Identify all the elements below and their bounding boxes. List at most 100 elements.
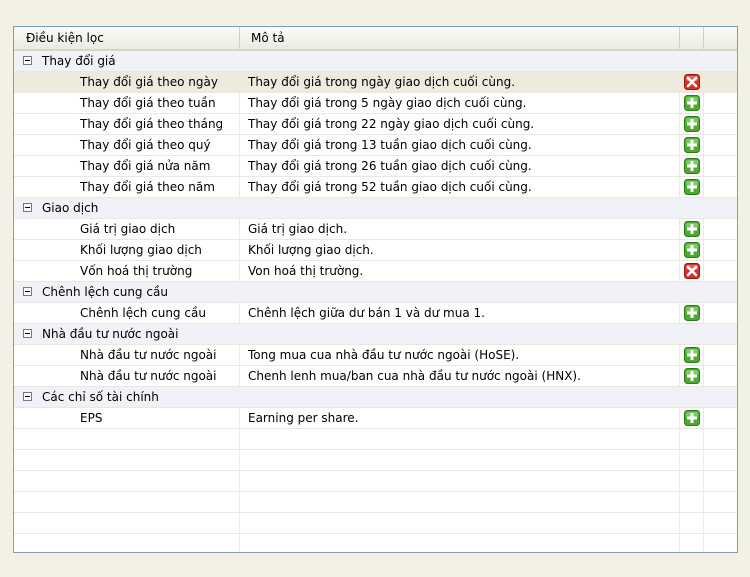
column-header-description[interactable]: Mô tả — [240, 27, 680, 49]
table-row[interactable]: Thay đổi giá nửa năm Thay đổi giá trong 2… — [14, 156, 737, 177]
collapse-icon[interactable] — [23, 56, 32, 65]
empty-cell — [680, 492, 704, 512]
extra-cell — [704, 72, 737, 92]
condition-name: Thay đổi giá theo ngày — [14, 72, 240, 92]
empty-cell — [240, 450, 680, 470]
extra-cell — [704, 303, 737, 323]
condition-name: Chênh lệch cung cầu — [14, 303, 240, 323]
table-row[interactable]: Chênh lệch cung cầu Chênh lệch giữa dư bá… — [14, 303, 737, 324]
empty-cell — [680, 513, 704, 533]
table-row[interactable]: Nhà đầu tư nước ngoài Chenh lenh mua/ban … — [14, 366, 737, 387]
remove-filter-icon[interactable] — [684, 263, 700, 279]
condition-name: Khối lượng giao dịch — [14, 240, 240, 260]
group-label: Các chỉ số tài chính — [42, 390, 159, 404]
empty-cell — [704, 450, 737, 470]
add-filter-icon[interactable] — [684, 137, 700, 153]
extra-cell — [704, 261, 737, 281]
add-filter-icon[interactable] — [684, 158, 700, 174]
condition-name: Giá trị giao dịch — [14, 219, 240, 239]
empty-cell — [680, 429, 704, 449]
collapse-icon[interactable] — [23, 203, 32, 212]
empty-cell — [14, 450, 240, 470]
extra-cell — [704, 240, 737, 260]
group-row[interactable]: Chênh lệch cung cầu — [14, 282, 737, 303]
table-row[interactable]: Giá trị giao dịch Giá trị giao dịch. — [14, 219, 737, 240]
condition-name: EPS — [14, 408, 240, 428]
empty-cell — [704, 429, 737, 449]
column-header-action[interactable] — [680, 27, 704, 49]
empty-row — [14, 513, 737, 534]
condition-description: Earning per share. — [240, 408, 680, 428]
table-row[interactable]: Thay đổi giá theo năm Thay đổi giá trong … — [14, 177, 737, 198]
collapse-icon[interactable] — [23, 329, 32, 338]
empty-cell — [14, 471, 240, 491]
condition-description: Khối lượng giao dịch. — [240, 240, 680, 260]
action-cell — [680, 303, 704, 323]
condition-description: Thay đổi giá trong 26 tuần giao dịch cuố… — [240, 156, 680, 176]
condition-description: Thay đổi giá trong 52 tuần giao dịch cuố… — [240, 177, 680, 197]
condition-description: Von hoá thị trường. — [240, 261, 680, 281]
table-row[interactable]: Nhà đầu tư nước ngoài Tong mua cua nhà đầ… — [14, 345, 737, 366]
add-filter-icon[interactable] — [684, 368, 700, 384]
condition-name: Thay đổi giá theo năm — [14, 177, 240, 197]
empty-cell — [240, 429, 680, 449]
group-row[interactable]: Thay đổi giá — [14, 51, 737, 72]
filter-conditions-grid: Điều kiện lọc Mô tả Thay đổi giá Thay đổi… — [13, 26, 738, 553]
empty-cell — [240, 471, 680, 491]
table-row[interactable]: Thay đổi giá theo tháng Thay đổi giá tron… — [14, 114, 737, 135]
group-cell: Giao dịch — [14, 198, 737, 218]
condition-name: Thay đổi giá theo quý — [14, 135, 240, 155]
add-filter-icon[interactable] — [684, 95, 700, 111]
table-row[interactable]: Khối lượng giao dịch Khối lượng giao dịch… — [14, 240, 737, 261]
extra-cell — [704, 156, 737, 176]
action-cell — [680, 408, 704, 428]
grid-body: Thay đổi giá Thay đổi giá theo ngày Thay đ… — [14, 51, 737, 552]
empty-cell — [14, 429, 240, 449]
add-filter-icon[interactable] — [684, 242, 700, 258]
add-filter-icon[interactable] — [684, 305, 700, 321]
group-label: Chênh lệch cung cầu — [42, 285, 168, 299]
condition-name: Thay đổi giá theo tuần — [14, 93, 240, 113]
empty-cell — [14, 513, 240, 533]
empty-cell — [14, 492, 240, 512]
condition-description: Giá trị giao dịch. — [240, 219, 680, 239]
collapse-icon[interactable] — [23, 392, 32, 401]
table-row[interactable]: Thay đổi giá theo ngày Thay đổi giá trong… — [14, 72, 737, 93]
table-row[interactable]: EPS Earning per share. — [14, 408, 737, 429]
condition-description: Thay đổi giá trong ngày giao dịch cuối c… — [240, 72, 680, 92]
table-row[interactable]: Thay đổi giá theo tuần Thay đổi giá trong… — [14, 93, 737, 114]
table-row[interactable]: Vốn hoá thị trường Von hoá thị trường. — [14, 261, 737, 282]
action-cell — [680, 261, 704, 281]
condition-description: Chênh lệch giữa dư bán 1 và dư mua 1. — [240, 303, 680, 323]
add-filter-icon[interactable] — [684, 116, 700, 132]
group-row[interactable]: Giao dịch — [14, 198, 737, 219]
group-cell: Nhà đầu tư nước ngoài — [14, 324, 737, 344]
add-filter-icon[interactable] — [684, 221, 700, 237]
add-filter-icon[interactable] — [684, 347, 700, 363]
group-cell: Chênh lệch cung cầu — [14, 282, 737, 302]
group-label: Thay đổi giá — [42, 54, 116, 68]
extra-cell — [704, 219, 737, 239]
action-cell — [680, 156, 704, 176]
table-row[interactable]: Thay đổi giá theo quý Thay đổi giá trong … — [14, 135, 737, 156]
extra-cell — [704, 135, 737, 155]
extra-cell — [704, 408, 737, 428]
collapse-icon[interactable] — [23, 287, 32, 296]
empty-row — [14, 471, 737, 492]
add-filter-icon[interactable] — [684, 410, 700, 426]
add-filter-icon[interactable] — [684, 179, 700, 195]
empty-cell — [680, 471, 704, 491]
condition-name: Vốn hoá thị trường — [14, 261, 240, 281]
extra-cell — [704, 177, 737, 197]
empty-cell — [680, 534, 704, 552]
group-cell: Các chỉ số tài chính — [14, 387, 737, 407]
empty-row — [14, 534, 737, 552]
group-row[interactable]: Các chỉ số tài chính — [14, 387, 737, 408]
empty-cell — [680, 450, 704, 470]
grid-header: Điều kiện lọc Mô tả — [14, 27, 737, 51]
group-row[interactable]: Nhà đầu tư nước ngoài — [14, 324, 737, 345]
column-header-condition[interactable]: Điều kiện lọc — [14, 27, 240, 49]
action-cell — [680, 345, 704, 365]
remove-filter-icon[interactable] — [684, 74, 700, 90]
group-label: Nhà đầu tư nước ngoài — [42, 327, 179, 341]
